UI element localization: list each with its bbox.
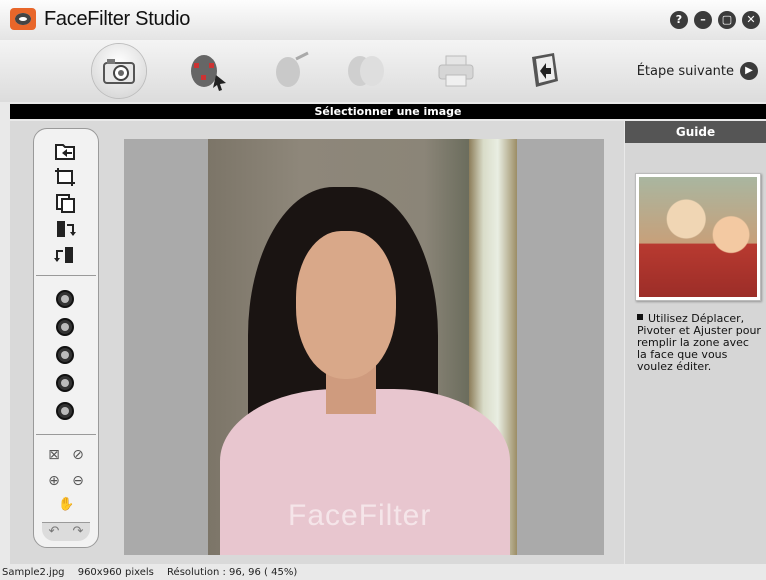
tool-palette: ⊠ ⊘ ⊕ ⊖ ✋ ↶ ↷ (33, 128, 99, 548)
step-compare[interactable] (340, 46, 392, 96)
status-filename: Sample2.jpg (2, 567, 65, 578)
sharpen-icon[interactable] (52, 315, 78, 339)
step-toolbar: Étape suivante ▶ (0, 40, 766, 102)
step-detect-face[interactable] (180, 46, 232, 96)
crop-icon[interactable] (52, 165, 78, 189)
open-file-icon[interactable] (52, 139, 78, 163)
brightness-icon[interactable] (52, 287, 78, 311)
step-print[interactable] (430, 46, 482, 96)
status-bar: Sample2.jpg 960x960 pixels Résolution : … (0, 566, 766, 580)
status-image-size: 960x960 pixels (77, 567, 154, 578)
next-step-label: Étape suivante (636, 63, 734, 79)
redo-icon[interactable]: ↷ (66, 523, 90, 541)
minimize-button[interactable]: – (694, 11, 712, 29)
app-logo-icon (10, 8, 36, 30)
window-controls: ? – ▢ ✕ (670, 11, 760, 29)
paste-icon[interactable] (52, 191, 78, 215)
printer-icon (438, 55, 474, 87)
face-detect-icon (191, 55, 226, 91)
section-title: Sélectionner une image (10, 104, 766, 119)
rotate-left-icon[interactable] (52, 243, 78, 267)
step-edit-face[interactable] (264, 46, 316, 96)
maximize-button[interactable]: ▢ (718, 11, 736, 29)
face-edit-icon (276, 51, 309, 87)
title-bar: FaceFilter Studio ? – ▢ ✕ (0, 0, 766, 40)
fit-to-window-icon[interactable]: ⊠ (46, 447, 62, 463)
tool-divider (36, 275, 96, 276)
bullet-icon (637, 314, 643, 320)
zoom-out-icon[interactable]: ⊖ (70, 473, 86, 489)
guide-painting-image (639, 177, 757, 297)
balance-icon[interactable] (52, 343, 78, 367)
red-eye-icon[interactable] (52, 399, 78, 423)
undo-redo-group: ↶ ↷ (42, 522, 90, 541)
close-button[interactable]: ✕ (742, 11, 760, 29)
tool-divider (36, 434, 96, 435)
exit-icon (532, 53, 558, 87)
app-title: FaceFilter Studio (44, 8, 191, 30)
guide-illustration (635, 173, 761, 301)
guide-text-body: Utilisez Déplacer, Pivoter et Ajuster po… (637, 312, 761, 373)
camera-icon (103, 59, 135, 84)
photo-face (296, 231, 396, 379)
undo-icon[interactable]: ↶ (42, 523, 66, 541)
help-button[interactable]: ? (670, 11, 688, 29)
zoom-in-icon[interactable]: ⊕ (46, 473, 62, 489)
selected-photo: FaceFilter (208, 139, 517, 555)
step-select-image[interactable] (92, 44, 146, 98)
face-compare-icon (348, 56, 384, 86)
guide-text: Utilisez Déplacer, Pivoter et Ajuster po… (637, 313, 761, 373)
step-finish[interactable] (518, 46, 570, 96)
arrow-right-icon: ▶ (740, 62, 758, 80)
watermark-text: FaceFilter (288, 499, 432, 532)
no-entry-icon[interactable]: ⊘ (70, 447, 86, 463)
image-canvas[interactable]: FaceFilter (124, 139, 604, 555)
status-resolution: Résolution : 96, 96 ( 45%) (167, 567, 298, 578)
guide-header: Guide (625, 121, 766, 143)
guide-panel: Guide Utilisez Déplacer, Pivoter et Ajus… (625, 121, 766, 564)
hand-pan-icon[interactable]: ✋ (58, 497, 74, 513)
next-step-button[interactable]: Étape suivante ▶ (637, 62, 758, 80)
rotate-right-icon[interactable] (52, 217, 78, 241)
color-adjust-icon[interactable] (52, 371, 78, 395)
